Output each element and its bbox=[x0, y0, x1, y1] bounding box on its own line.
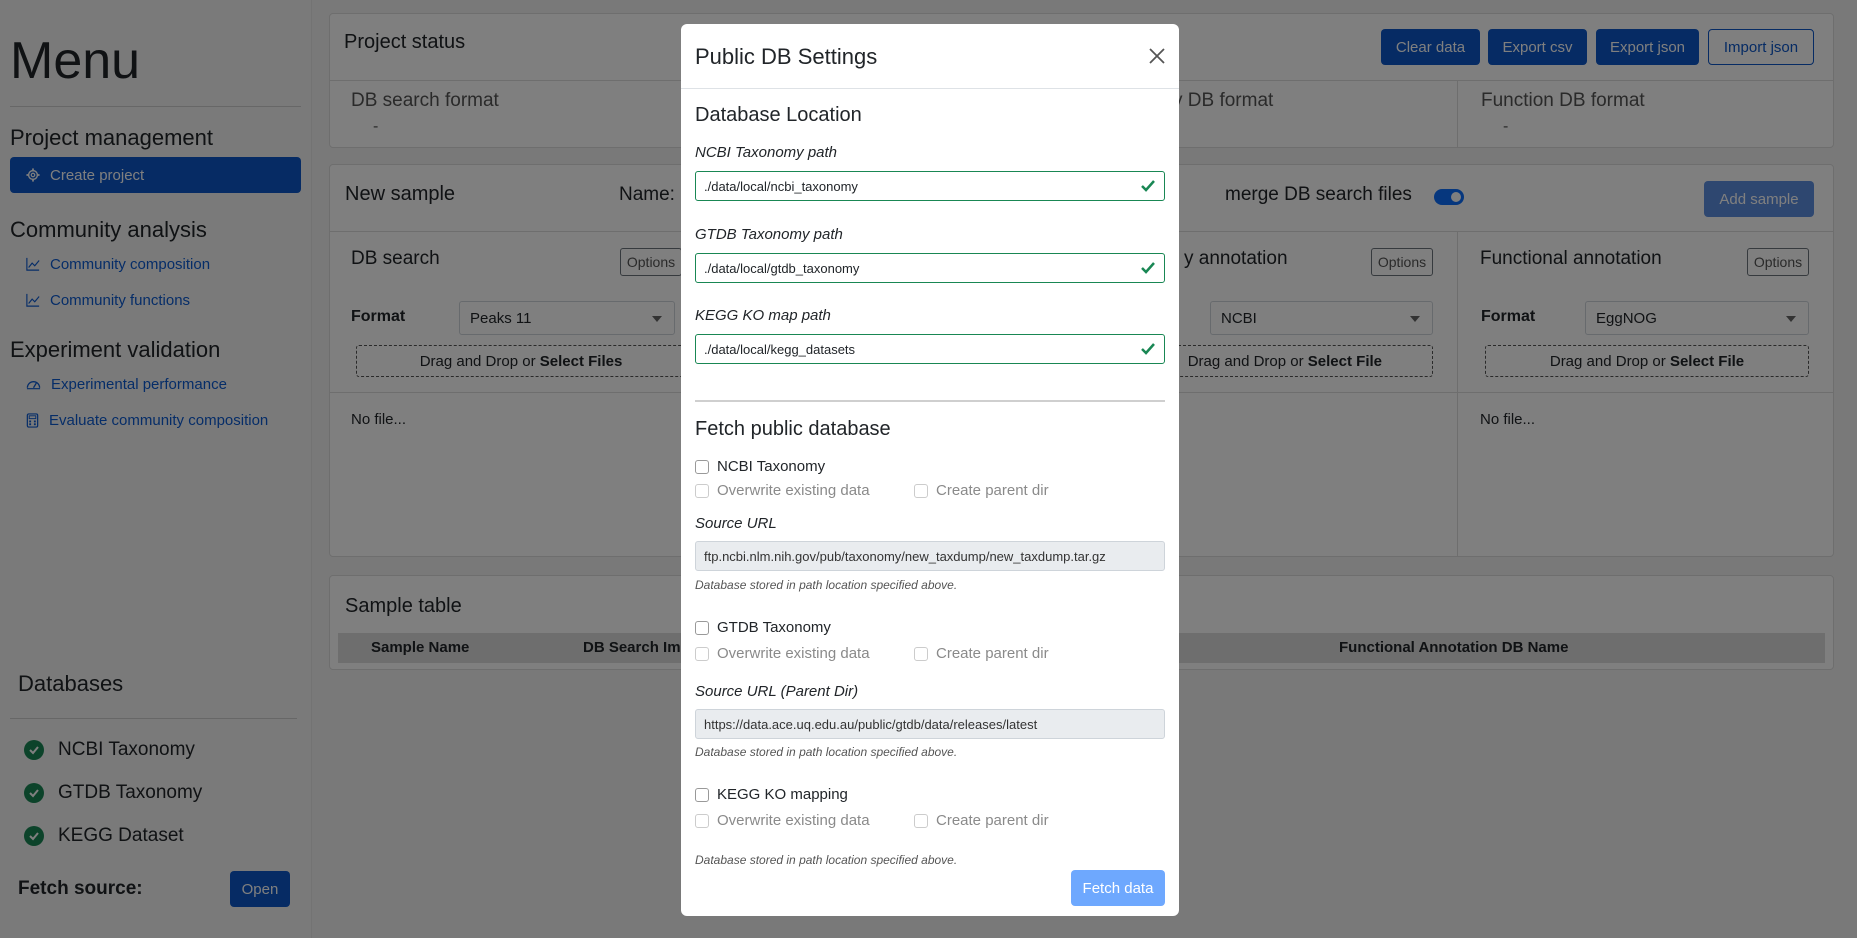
ncbi-source-url-input[interactable]: ftp.ncbi.nlm.nih.gov/pub/taxonomy/new_ta… bbox=[695, 541, 1165, 571]
gtdb-overwrite-checkbox bbox=[695, 646, 709, 661]
gtdb-create-parent-checkbox-row: Create parent dir bbox=[914, 645, 1049, 662]
checkbox-label: NCBI Taxonomy bbox=[717, 458, 826, 475]
gtdb-overwrite-checkbox-row: Overwrite existing data bbox=[695, 645, 870, 662]
public-db-settings-modal: Public DB Settings Database Location NCB… bbox=[681, 24, 1179, 916]
checkbox-label: Overwrite existing data bbox=[717, 812, 870, 829]
kegg-create-parent-checkbox-row: Create parent dir bbox=[914, 812, 1049, 829]
gtdb-path-input[interactable]: ./data/local/gtdb_taxonomy bbox=[695, 253, 1165, 283]
kegg-overwrite-checkbox-row: Overwrite existing data bbox=[695, 812, 870, 829]
ncbi-taxonomy-checkbox[interactable] bbox=[695, 459, 709, 474]
gtdb-hint: Database stored in path location specifi… bbox=[695, 745, 958, 759]
close-icon[interactable] bbox=[1145, 44, 1169, 68]
ncbi-create-parent-checkbox-row: Create parent dir bbox=[914, 482, 1049, 499]
gtdb-source-url-input[interactable]: https://data.ace.uq.edu.au/public/gtdb/d… bbox=[695, 709, 1165, 739]
divider bbox=[681, 88, 1179, 89]
gtdb-source-url-label: Source URL (Parent Dir) bbox=[695, 683, 859, 700]
ncbi-overwrite-checkbox bbox=[695, 483, 709, 498]
check-icon bbox=[1141, 343, 1155, 355]
kegg-path-value: ./data/local/kegg_datasets bbox=[704, 341, 856, 357]
checkbox-label: GTDB Taxonomy bbox=[717, 619, 831, 636]
kegg-overwrite-checkbox bbox=[695, 813, 709, 828]
check-icon bbox=[1141, 262, 1155, 274]
ncbi-overwrite-checkbox-row: Overwrite existing data bbox=[695, 482, 870, 499]
kegg-path-input[interactable]: ./data/local/kegg_datasets bbox=[695, 334, 1165, 364]
ncbi-path-input[interactable]: ./data/local/ncbi_taxonomy bbox=[695, 171, 1165, 201]
gtdb-path-label: GTDB Taxonomy path bbox=[695, 226, 843, 243]
ncbi-source-url-label: Source URL bbox=[695, 515, 777, 532]
gtdb-path-value: ./data/local/gtdb_taxonomy bbox=[704, 260, 860, 276]
checkbox-label: Create parent dir bbox=[936, 645, 1049, 662]
database-location-heading: Database Location bbox=[695, 104, 862, 126]
fetch-data-button[interactable]: Fetch data bbox=[1071, 870, 1165, 906]
ncbi-taxonomy-checkbox-row[interactable]: NCBI Taxonomy bbox=[695, 458, 825, 475]
gtdb-taxonomy-checkbox[interactable] bbox=[695, 620, 709, 635]
checkbox-label: Overwrite existing data bbox=[717, 482, 870, 499]
gtdb-taxonomy-checkbox-row[interactable]: GTDB Taxonomy bbox=[695, 619, 831, 636]
ncbi-path-value: ./data/local/ncbi_taxonomy bbox=[704, 178, 858, 194]
modal-title: Public DB Settings bbox=[695, 44, 878, 69]
checkbox-label: Create parent dir bbox=[936, 812, 1049, 829]
kegg-hint: Database stored in path location specifi… bbox=[695, 853, 958, 867]
kegg-ko-checkbox-row[interactable]: KEGG KO mapping bbox=[695, 786, 848, 803]
gtdb-create-parent-checkbox bbox=[914, 646, 928, 661]
ncbi-path-label: NCBI Taxonomy path bbox=[695, 144, 838, 161]
ncbi-create-parent-checkbox bbox=[914, 483, 928, 498]
kegg-ko-checkbox[interactable] bbox=[695, 787, 709, 802]
ncbi-hint: Database stored in path location specifi… bbox=[695, 578, 958, 592]
kegg-create-parent-checkbox bbox=[914, 813, 928, 828]
checkbox-label: Create parent dir bbox=[936, 482, 1049, 499]
check-icon bbox=[1141, 180, 1155, 192]
checkbox-label: KEGG KO mapping bbox=[717, 786, 848, 803]
fetch-public-database-heading: Fetch public database bbox=[695, 418, 891, 440]
checkbox-label: Overwrite existing data bbox=[717, 645, 870, 662]
kegg-path-label: KEGG KO map path bbox=[695, 307, 831, 324]
divider bbox=[695, 400, 1165, 402]
